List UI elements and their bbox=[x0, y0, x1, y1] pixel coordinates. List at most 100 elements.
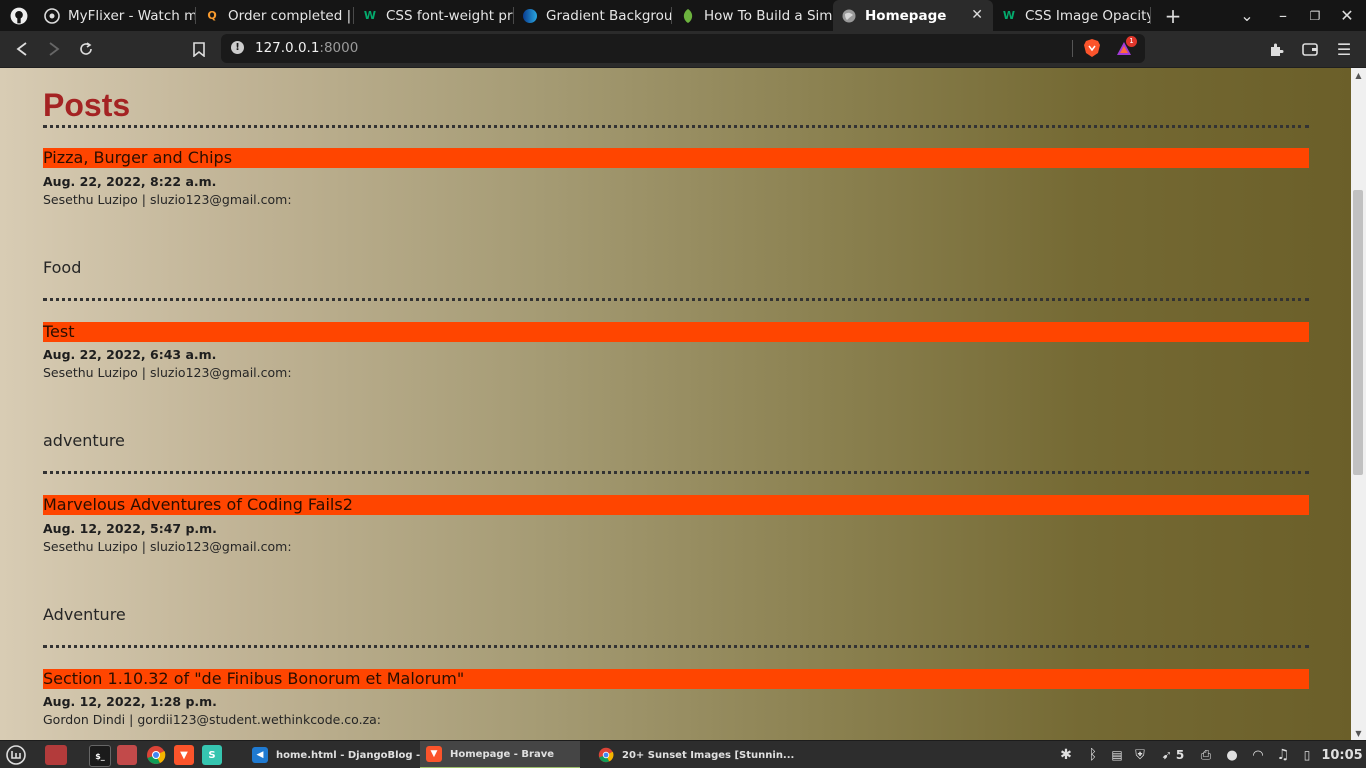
post-author: Sesethu Luzipo | sluzio123@gmail.com: bbox=[43, 365, 292, 380]
page-viewport: Posts Pizza, Burger and Chips Aug. 22, 2… bbox=[0, 68, 1351, 740]
forward-button[interactable] bbox=[41, 36, 67, 62]
post-title-link[interactable]: Pizza, Burger and Chips bbox=[43, 148, 1309, 168]
show-desktop-button[interactable] bbox=[45, 745, 67, 765]
post-author: Sesethu Luzipo | sluzio123@gmail.com: bbox=[43, 539, 292, 554]
minimize-button[interactable]: – bbox=[1270, 0, 1296, 31]
reload-icon bbox=[80, 42, 92, 55]
search-q-icon: Q bbox=[207, 9, 217, 22]
post-date: Aug. 22, 2022, 6:43 a.m. bbox=[43, 347, 217, 362]
tab-label: Order completed | Q bbox=[228, 7, 354, 24]
leaf-icon bbox=[680, 8, 696, 24]
bookmark-icon bbox=[193, 41, 205, 57]
scroll-up-arrow-icon[interactable]: ▲ bbox=[1353, 71, 1364, 81]
maximize-button[interactable]: ❐ bbox=[1302, 0, 1328, 31]
new-tab-button[interactable]: + bbox=[1160, 0, 1186, 31]
post-title-link[interactable]: Section 1.10.32 of "de Finibus Bonorum e… bbox=[43, 669, 1309, 689]
tab-search-button[interactable]: ⌄ bbox=[1234, 0, 1260, 31]
slack-icon: ✱ bbox=[1060, 747, 1072, 763]
tab-how-to-build[interactable]: How To Build a Simp bbox=[672, 0, 832, 31]
wallet-icon bbox=[1302, 43, 1318, 56]
tab-strip: MyFlixer - Watch mov Q Order completed |… bbox=[0, 0, 1366, 31]
minimize-icon: – bbox=[1279, 6, 1287, 25]
post-divider bbox=[43, 471, 1309, 474]
shield-icon: ⛨ bbox=[1135, 747, 1145, 763]
files-launcher[interactable] bbox=[117, 745, 137, 765]
taskbar-window-chrome[interactable]: 20+ Sunset Images [Stunnin... bbox=[592, 741, 794, 768]
url-text: 127.0.0.1:8000 bbox=[255, 40, 358, 56]
wallet-button[interactable] bbox=[1297, 36, 1323, 62]
taskbar-window-vscode[interactable]: ◀ home.html - DjangoBlog - Vi... bbox=[246, 741, 446, 768]
back-button[interactable] bbox=[9, 36, 35, 62]
forward-icon bbox=[49, 42, 60, 56]
hamburger-icon: ☰ bbox=[1336, 39, 1352, 59]
url-host: 127.0.0.1 bbox=[255, 40, 320, 56]
tab-homepage[interactable]: Homepage ✕ bbox=[833, 0, 993, 31]
scroll-down-arrow-icon[interactable]: ▼ bbox=[1353, 729, 1364, 739]
slack-tray-icon[interactable]: ✱ bbox=[1055, 745, 1077, 765]
tab-gradient-backgrounds[interactable]: Gradient Backgrounds bbox=[514, 0, 672, 31]
terminal-icon: $_ bbox=[95, 751, 105, 761]
site-info-icon[interactable]: ! bbox=[231, 41, 244, 54]
brave-icon: ▼ bbox=[180, 749, 188, 761]
brave-rewards-button[interactable]: 1 bbox=[1116, 36, 1137, 58]
printer-tray-icon[interactable]: ⎙ bbox=[1196, 745, 1216, 765]
globe-icon bbox=[841, 8, 857, 24]
brave-shields-icon[interactable] bbox=[1083, 38, 1101, 58]
vscode-icon: ◀ bbox=[252, 747, 268, 763]
slack-launcher[interactable]: S bbox=[202, 745, 222, 765]
post-title-link[interactable]: Test bbox=[43, 322, 1309, 342]
myflixer-icon bbox=[44, 7, 60, 24]
taskbar-window-label: Homepage - Brave bbox=[450, 748, 555, 760]
heading-divider bbox=[43, 125, 1309, 128]
page-title: Posts bbox=[43, 87, 131, 123]
close-icon: ✕ bbox=[1340, 6, 1354, 25]
sound-tray-icon[interactable]: ♫ bbox=[1273, 745, 1293, 765]
brave-icon: ▼ bbox=[426, 746, 442, 762]
bluetooth-icon: ᛒ bbox=[1088, 747, 1098, 763]
taskbar-window-brave[interactable]: ▼ Homepage - Brave bbox=[420, 741, 580, 768]
battery-icon: ▯ bbox=[1303, 748, 1311, 762]
post-category: Adventure bbox=[43, 605, 126, 624]
github-tab-icon[interactable] bbox=[4, 0, 34, 31]
post-date: Aug. 22, 2022, 8:22 a.m. bbox=[43, 174, 217, 189]
menu-button[interactable]: ☰ bbox=[1331, 36, 1357, 62]
user-tray-icon[interactable]: ● bbox=[1222, 745, 1242, 765]
notifications-tray[interactable]: ➹ 5 bbox=[1156, 745, 1190, 765]
plus-icon: + bbox=[1164, 3, 1182, 28]
close-window-button[interactable]: ✕ bbox=[1334, 0, 1360, 31]
extensions-button[interactable] bbox=[1263, 36, 1289, 62]
github-icon bbox=[10, 7, 28, 24]
tab-myflixer[interactable]: MyFlixer - Watch mov bbox=[36, 0, 196, 31]
clipboard-tray-icon[interactable]: ▤ bbox=[1107, 745, 1127, 765]
mint-menu-button[interactable] bbox=[6, 745, 26, 765]
chrome-launcher[interactable] bbox=[146, 745, 166, 765]
battery-tray-icon[interactable]: ▯ bbox=[1298, 745, 1316, 765]
reload-button[interactable] bbox=[73, 36, 99, 62]
close-tab-icon[interactable]: ✕ bbox=[971, 7, 983, 23]
address-bar[interactable]: ! 127.0.0.1:8000 1 bbox=[221, 34, 1145, 63]
tab-label: Gradient Backgrounds bbox=[546, 7, 672, 24]
post-title-link[interactable]: Marvelous Adventures of Coding Fails2 bbox=[43, 495, 1309, 515]
brave-launcher[interactable]: ▼ bbox=[174, 745, 194, 765]
post-date: Aug. 12, 2022, 1:28 p.m. bbox=[43, 694, 217, 709]
tab-css-image-opacity[interactable]: W CSS Image Opacity / bbox=[993, 0, 1151, 31]
bluetooth-tray-icon[interactable]: ᛒ bbox=[1083, 745, 1103, 765]
wifi-tray-icon[interactable]: ◠ bbox=[1248, 745, 1268, 765]
terminal-launcher[interactable]: $_ bbox=[89, 745, 111, 767]
clock[interactable]: 10:05 bbox=[1321, 745, 1362, 765]
post-date: Aug. 12, 2022, 5:47 p.m. bbox=[43, 521, 217, 536]
scrollbar-thumb[interactable] bbox=[1353, 190, 1363, 475]
w3-icon: W bbox=[1002, 9, 1016, 22]
clipboard-icon: ▤ bbox=[1111, 748, 1123, 762]
shield-tray-icon[interactable]: ⛨ bbox=[1130, 745, 1150, 765]
browser-toolbar: ! 127.0.0.1:8000 1 ☰ bbox=[0, 31, 1366, 68]
back-icon bbox=[16, 42, 27, 56]
tab-label: Homepage bbox=[865, 7, 947, 24]
tab-css-font-weight[interactable]: W CSS font-weight prop bbox=[354, 0, 514, 31]
post-author: Sesethu Luzipo | sluzio123@gmail.com: bbox=[43, 192, 292, 207]
slack-icon: S bbox=[208, 749, 216, 761]
gradient-icon bbox=[522, 8, 538, 24]
tab-order-completed[interactable]: Q Order completed | Q bbox=[196, 0, 354, 31]
printer-icon: ⎙ bbox=[1200, 747, 1212, 763]
bookmark-button[interactable] bbox=[186, 36, 212, 62]
